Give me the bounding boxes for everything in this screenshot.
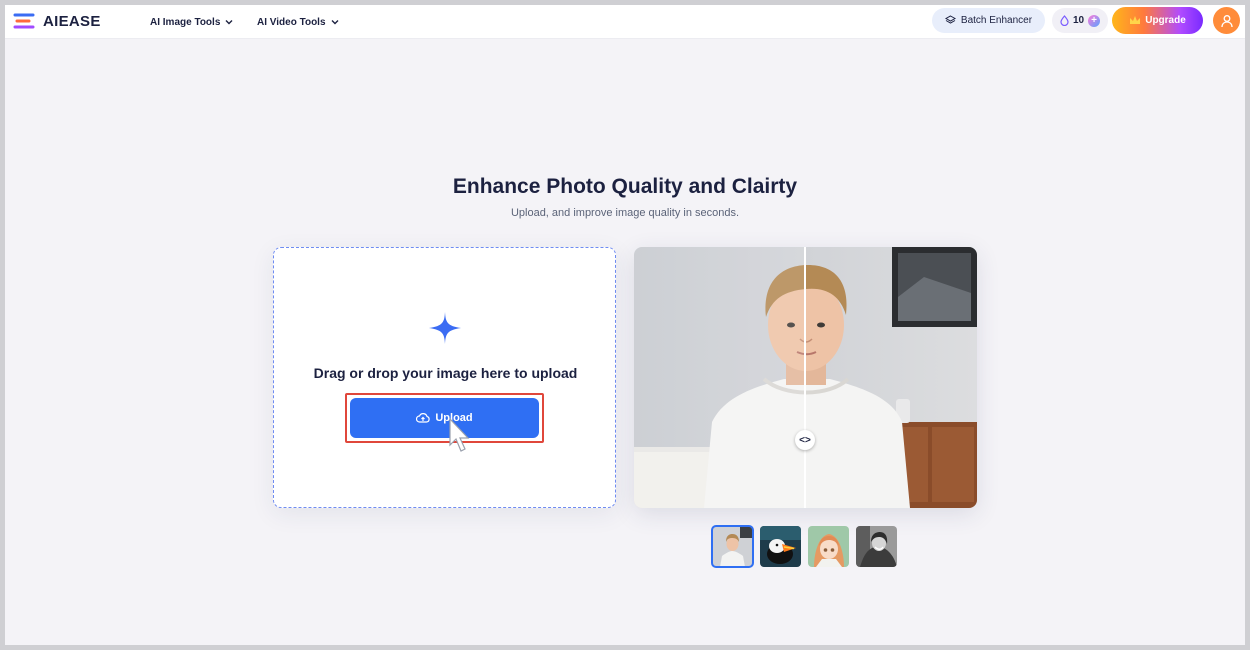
thumbnail-puffin[interactable]: [760, 526, 801, 567]
portrait-thumbnail-image: [712, 526, 753, 567]
upgrade-label: Upgrade: [1145, 15, 1186, 26]
anime-girl-thumbnail-image: [808, 526, 849, 567]
sample-thumbnails: [711, 525, 897, 568]
bw-portrait-thumbnail-image: [856, 526, 897, 567]
logo[interactable]: AIEASE: [13, 9, 101, 33]
sample-photo-image: [634, 247, 977, 508]
thumbnail-anime-girl[interactable]: [808, 526, 849, 567]
thumbnail-portrait[interactable]: [711, 525, 754, 568]
batch-enhancer-button[interactable]: Batch Enhancer: [932, 8, 1045, 33]
add-credits-icon[interactable]: +: [1088, 14, 1101, 27]
thumbnail-bw-portrait[interactable]: [856, 526, 897, 567]
before-after-preview[interactable]: <>: [634, 247, 977, 508]
credits-badge[interactable]: 10 +: [1052, 8, 1108, 33]
upload-button[interactable]: Upload: [350, 398, 539, 438]
user-icon: [1220, 14, 1233, 27]
cloud-upload-icon: [416, 413, 431, 423]
top-navbar: AIEASE AI Image Tools AI Video Tools Bat…: [5, 5, 1245, 39]
page-title: Enhance Photo Quality and Clairty: [452, 175, 798, 198]
mouse-pointer-icon: [449, 417, 470, 452]
logo-text: AIEASE: [43, 12, 101, 30]
upload-dropzone[interactable]: Drag or drop your image here to upload U…: [273, 247, 616, 508]
chevron-down-icon: [331, 20, 339, 25]
chevron-down-icon: [225, 20, 233, 25]
nav-label: AI Image Tools: [150, 16, 221, 28]
avatar[interactable]: [1213, 7, 1240, 34]
upgrade-button[interactable]: Upgrade: [1112, 7, 1203, 34]
aiease-logo-icon: [13, 13, 35, 29]
page-subtitle: Upload, and improve image quality in sec…: [510, 207, 740, 219]
nav-ai-video-tools[interactable]: AI Video Tools: [257, 5, 339, 39]
puffin-thumbnail-image: [760, 526, 801, 567]
app-window: AIEASE AI Image Tools AI Video Tools Bat…: [5, 5, 1245, 645]
crown-icon: [1130, 16, 1141, 24]
nav-label: AI Video Tools: [257, 16, 326, 28]
compare-slider-handle[interactable]: <>: [795, 430, 815, 450]
nav-ai-image-tools[interactable]: AI Image Tools: [150, 5, 233, 39]
drop-icon: [1060, 15, 1069, 26]
dropzone-instructions: Drag or drop your image here to upload: [313, 365, 578, 381]
credits-count: 10: [1072, 15, 1085, 26]
batch-enhancer-label: Batch Enhancer: [960, 15, 1033, 26]
plus-sparkle-icon: [429, 312, 461, 344]
layers-icon: [944, 15, 956, 24]
